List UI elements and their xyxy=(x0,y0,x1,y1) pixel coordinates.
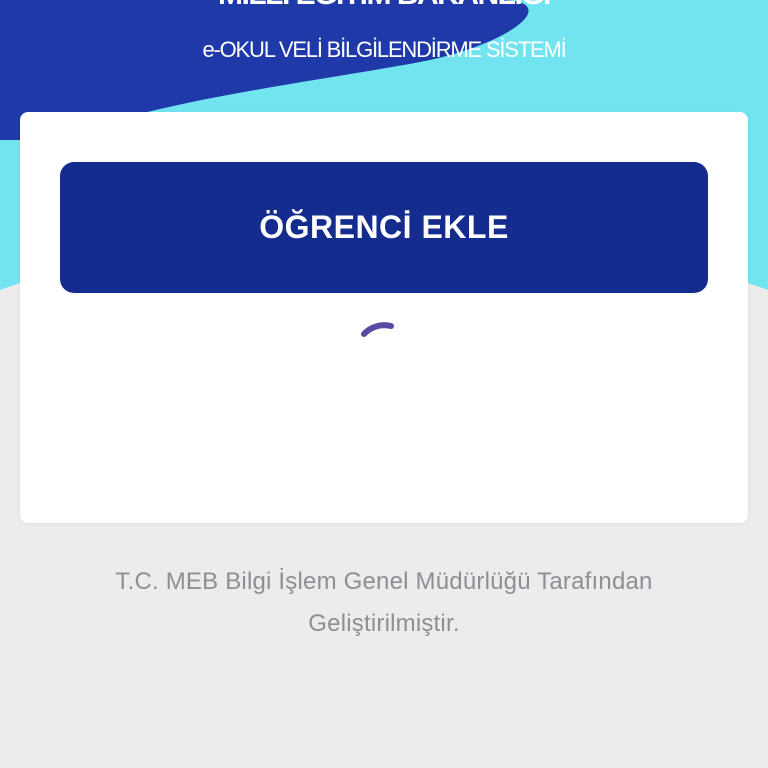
student-card: ÖĞRENCİ EKLE xyxy=(20,112,748,523)
ministry-title: MİLLÎ EĞİTİM BAKANLIĞI xyxy=(0,0,768,12)
system-title: e-OKUL VELİ BİLGİLENDİRME SİSTEMİ xyxy=(202,37,566,62)
developer-credit: T.C. MEB Bilgi İşlem Genel Müdürlüğü Tar… xyxy=(115,568,653,637)
add-student-button[interactable]: ÖĞRENCİ EKLE xyxy=(60,162,708,293)
loading-spinner-icon xyxy=(361,322,394,337)
